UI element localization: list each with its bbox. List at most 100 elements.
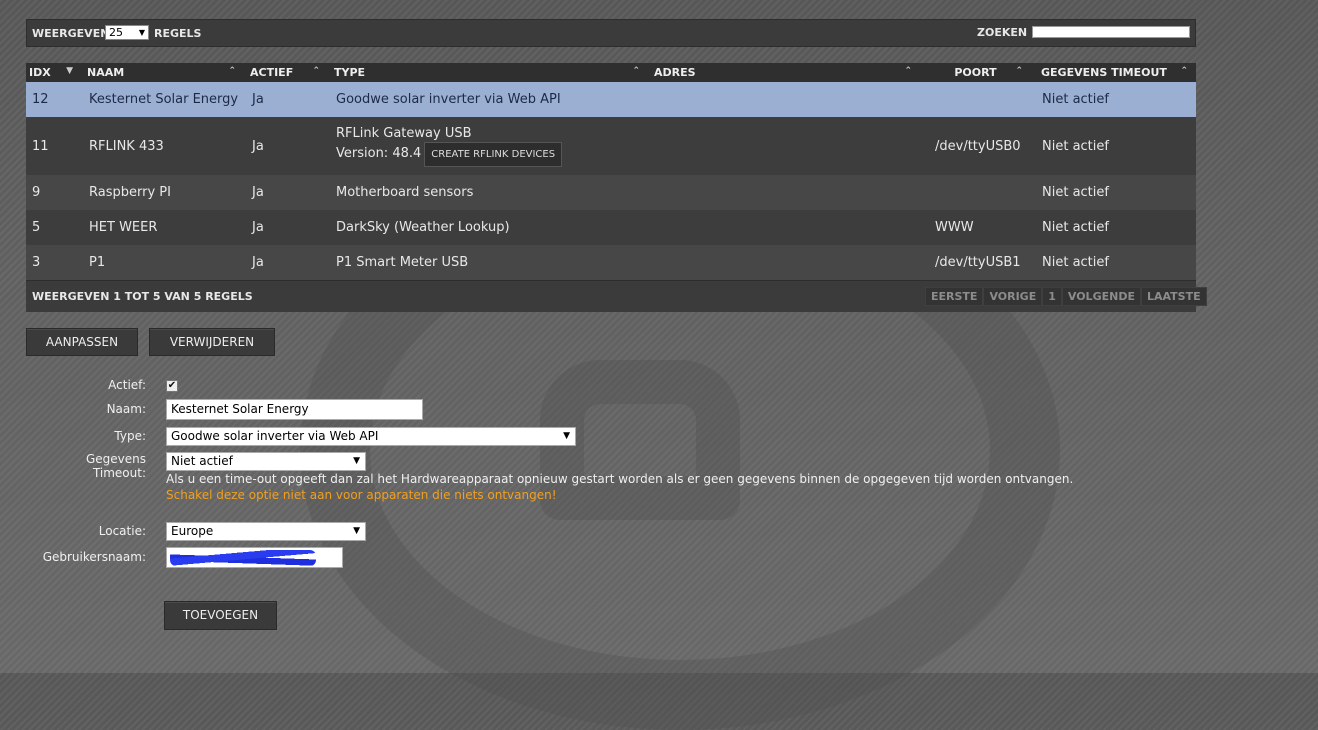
page-size-value: 25 — [109, 26, 123, 39]
cell-address — [648, 175, 920, 210]
cell-address — [648, 245, 920, 280]
sort-icon: ⌃ — [1015, 66, 1023, 76]
table-header-row: IDX ▼ NAAM ⌃ ACTIEF ⌃ TYPE ⌃ ADRES ⌃ POORT ⌃ G… — [26, 63, 1196, 82]
cell-idx: 9 — [26, 175, 81, 210]
table-row[interactable]: 5 HET WEER Ja DarkSky (Weather Lookup) W… — [26, 210, 1196, 245]
chevron-down-icon: ▼ — [138, 28, 145, 37]
col-header-timeout[interactable]: GEGEVENS TIMEOUT ⌃ — [1031, 63, 1196, 82]
timeout-select-value: Niet actief — [171, 454, 233, 468]
col-header-type[interactable]: TYPE ⌃ — [328, 63, 648, 82]
table-info: WEERGEVEN 1 TOT 5 VAN 5 REGELS — [32, 290, 253, 303]
add-button[interactable]: TOEVOEGEN — [164, 601, 277, 630]
active-checkbox[interactable]: ✔ — [166, 380, 178, 392]
cell-active: Ja — [244, 82, 328, 117]
pager-last[interactable]: LAATSTE — [1140, 287, 1207, 306]
search-label: ZOEKEN : — [977, 26, 1036, 39]
pager-previous[interactable]: VORIGE — [983, 287, 1043, 306]
version-line: Version: 48.4 CREATE RFLINK DEVICES — [336, 142, 648, 167]
col-header-active[interactable]: ACTIEF ⌃ — [244, 63, 328, 82]
cell-active: Ja — [244, 245, 328, 280]
cell-name: Raspberry PI — [81, 175, 244, 210]
cell-name: HET WEER — [81, 210, 244, 245]
cell-timeout: Niet actief — [1031, 117, 1196, 175]
hardware-table: IDX ▼ NAAM ⌃ ACTIEF ⌃ TYPE ⌃ ADRES ⌃ POORT ⌃ G… — [26, 63, 1196, 280]
type-select-value: Goodwe solar inverter via Web API — [171, 429, 379, 443]
sort-icon: ⌃ — [1180, 66, 1188, 76]
cell-port — [920, 175, 1031, 210]
cell-type: DarkSky (Weather Lookup) — [328, 210, 648, 245]
cell-active: Ja — [244, 210, 328, 245]
col-header-address[interactable]: ADRES ⌃ — [648, 63, 920, 82]
timeout-label-line-2: Timeout: — [92, 466, 146, 480]
cell-idx: 3 — [26, 245, 81, 280]
cell-timeout: Niet actief — [1031, 175, 1196, 210]
chevron-down-icon: ▼ — [353, 526, 360, 536]
type-text: RFLink Gateway USB — [336, 126, 472, 141]
table-footer: WEERGEVEN 1 TOT 5 VAN 5 REGELS EERSTE VO… — [26, 280, 1207, 312]
cell-name: Kesternet Solar Energy — [81, 82, 244, 117]
pager-page-1[interactable]: 1 — [1042, 287, 1062, 306]
timeout-label: Gegevens Timeout: — [40, 452, 146, 480]
timeout-label-line-1: Gegevens — [85, 452, 146, 466]
cell-port: WWW — [920, 210, 1031, 245]
table-toolbar: WEERGEVEN 25 ▼ REGELS ZOEKEN : — [26, 19, 1196, 47]
show-label: WEERGEVEN — [32, 27, 110, 40]
sort-icon: ⌃ — [312, 66, 320, 76]
redaction-scribble — [170, 550, 316, 566]
cell-type: Motherboard sensors — [328, 175, 648, 210]
cell-name: RFLINK 433 — [81, 117, 244, 175]
table-row[interactable]: 3 P1 Ja P1 Smart Meter USB /dev/ttyUSB1 … — [26, 245, 1196, 280]
username-label: Gebruikersnaam: — [42, 550, 146, 564]
cell-active: Ja — [244, 117, 328, 175]
sort-desc-icon: ▼ — [66, 66, 73, 76]
cell-idx: 11 — [26, 117, 81, 175]
cell-address — [648, 117, 920, 175]
location-label: Locatie: — [98, 524, 146, 538]
chevron-down-icon: ▼ — [563, 431, 570, 441]
col-header-name[interactable]: NAAM ⌃ — [81, 63, 244, 82]
cell-timeout: Niet actief — [1031, 245, 1196, 280]
cell-active: Ja — [244, 175, 328, 210]
cell-name: P1 — [81, 245, 244, 280]
search-input[interactable] — [1032, 26, 1190, 38]
name-field[interactable]: Kesternet Solar Energy — [166, 399, 423, 420]
edit-button[interactable]: AANPASSEN — [26, 328, 138, 356]
cell-port — [920, 82, 1031, 117]
timeout-warning-text: Schakel deze optie niet aan voor apparat… — [166, 488, 557, 502]
timeout-select[interactable]: Niet actief ▼ — [166, 452, 366, 471]
cell-address — [648, 82, 920, 117]
cell-idx: 12 — [26, 82, 81, 117]
timeout-help-text: Als u een time-out opgeeft dan zal het H… — [166, 472, 1074, 486]
table-row[interactable]: 11 RFLINK 433 Ja RFLink Gateway USB Vers… — [26, 117, 1196, 175]
cell-timeout: Niet actief — [1031, 210, 1196, 245]
cell-type: P1 Smart Meter USB — [328, 245, 648, 280]
table-row[interactable]: 9 Raspberry PI Ja Motherboard sensors Ni… — [26, 175, 1196, 210]
cell-address — [648, 210, 920, 245]
col-header-idx[interactable]: IDX ▼ — [26, 63, 81, 82]
cell-port: /dev/ttyUSB0 — [920, 117, 1031, 175]
name-label: Naam: — [106, 402, 146, 416]
cell-timeout: Niet actief — [1031, 82, 1196, 117]
cell-type: Goodwe solar inverter via Web API — [328, 82, 648, 117]
active-label: Actief: — [108, 378, 146, 392]
create-rflink-devices-button[interactable]: CREATE RFLINK DEVICES — [424, 142, 563, 167]
cell-type: RFLink Gateway USB Version: 48.4 CREATE R… — [328, 117, 648, 175]
chevron-down-icon: ▼ — [353, 456, 360, 466]
sort-icon: ⌃ — [904, 66, 912, 76]
checkmark-icon: ✔ — [167, 380, 177, 391]
table-row[interactable]: 12 Kesternet Solar Energy Ja Goodwe sola… — [26, 82, 1196, 117]
cell-idx: 5 — [26, 210, 81, 245]
pager-first[interactable]: EERSTE — [925, 287, 984, 306]
type-select[interactable]: Goodwe solar inverter via Web API ▼ — [166, 427, 576, 446]
location-select[interactable]: Europe ▼ — [166, 522, 366, 541]
cell-port: /dev/ttyUSB1 — [920, 245, 1031, 280]
pager-next[interactable]: VOLGENDE — [1061, 287, 1141, 306]
col-header-port[interactable]: POORT ⌃ — [920, 63, 1031, 82]
rules-label: REGELS — [154, 27, 202, 40]
type-label: Type: — [114, 429, 146, 443]
version-text: Version: 48.4 — [336, 146, 422, 161]
delete-button[interactable]: VERWIJDEREN — [149, 328, 275, 356]
sort-icon: ⌃ — [228, 66, 236, 76]
page-size-select[interactable]: 25 ▼ — [105, 25, 149, 40]
location-select-value: Europe — [171, 524, 214, 538]
